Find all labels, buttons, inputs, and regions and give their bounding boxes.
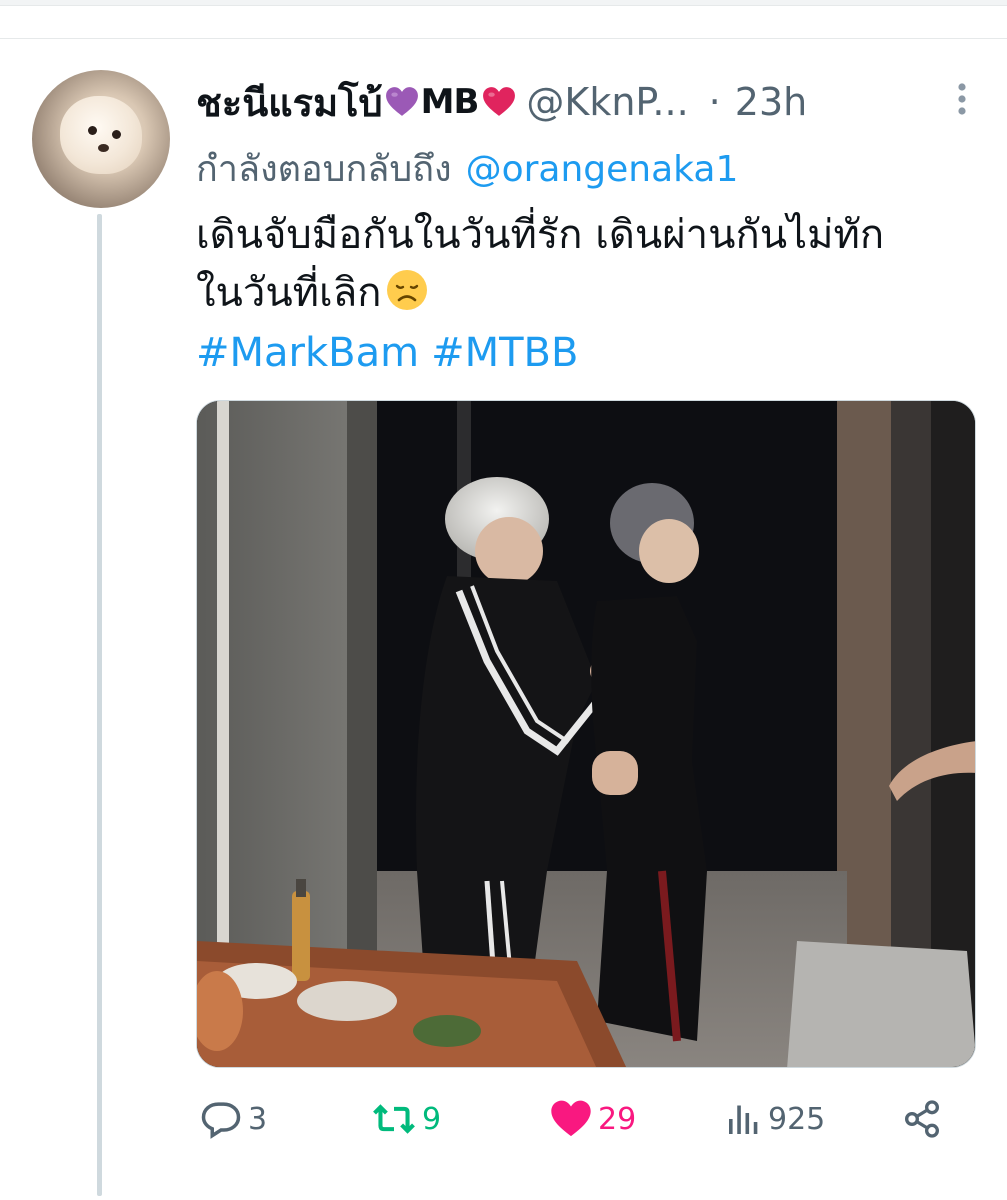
name-suffix: MB	[420, 82, 480, 122]
divider	[0, 38, 1007, 39]
like-count: 29	[598, 1101, 637, 1137]
reply-button[interactable]: 3	[200, 1092, 267, 1146]
like-icon	[551, 1100, 591, 1137]
tweet-text-line-1: เดินจับมือกันในวันที่รัก เดินผ่านกันไม่ท…	[196, 212, 885, 258]
share-icon	[904, 1100, 940, 1138]
media-photo	[197, 401, 975, 1067]
hashtag-markbam[interactable]: #MarkBam	[196, 330, 419, 376]
tweet-media[interactable]	[196, 400, 976, 1068]
action-bar: 3 9 29 925	[196, 1092, 976, 1146]
avatar-nose	[98, 144, 109, 152]
reply-mention[interactable]: @orangenaka1	[466, 149, 739, 190]
display-name[interactable]: ชะนีแรมโบ้	[196, 72, 383, 133]
views-count: 925	[768, 1101, 826, 1137]
user-handle[interactable]: @KknP...	[526, 80, 688, 124]
purple-heart-icon	[385, 87, 418, 116]
red-heart-icon	[483, 87, 516, 116]
tweet-text-line-2: ในวันที่เลิก	[196, 264, 976, 322]
thread-line	[97, 214, 102, 1196]
timestamp[interactable]: 23h	[735, 80, 807, 124]
tweet-text-line-2-text: ในวันที่เลิก	[196, 270, 382, 316]
top-edge	[0, 0, 1007, 6]
retweet-icon	[373, 1104, 415, 1134]
avatar-eye	[88, 126, 97, 135]
reply-count: 3	[248, 1101, 268, 1137]
share-button[interactable]	[902, 1092, 948, 1146]
sad-face-emoji	[387, 270, 428, 310]
avatar-dog	[60, 96, 142, 174]
more-icon[interactable]	[957, 82, 967, 116]
hashtag-mtbb[interactable]: #MTBB	[431, 330, 578, 376]
reply-context: กำลังตอบกลับถึง @orangenaka1	[196, 140, 738, 197]
reply-prefix: กำลังตอบกลับถึง	[196, 149, 452, 190]
like-button[interactable]: 29	[550, 1092, 636, 1146]
separator-dot: ·	[708, 80, 721, 124]
retweet-button[interactable]: 9	[372, 1092, 441, 1146]
tweet-text: เดินจับมือกันในวันที่รัก เดินผ่านกันไม่ท…	[196, 206, 976, 322]
views-icon	[729, 1105, 758, 1134]
avatar-eye	[112, 130, 121, 139]
tweet-header: ชะนีแรมโบ้ MB @KknP... · 23h	[196, 76, 807, 128]
avatar[interactable]	[32, 70, 170, 208]
retweet-count: 9	[422, 1101, 442, 1137]
reply-icon	[201, 1102, 241, 1139]
hashtags: #MarkBam #MTBB	[196, 330, 590, 376]
views-button[interactable]: 925	[726, 1092, 825, 1146]
